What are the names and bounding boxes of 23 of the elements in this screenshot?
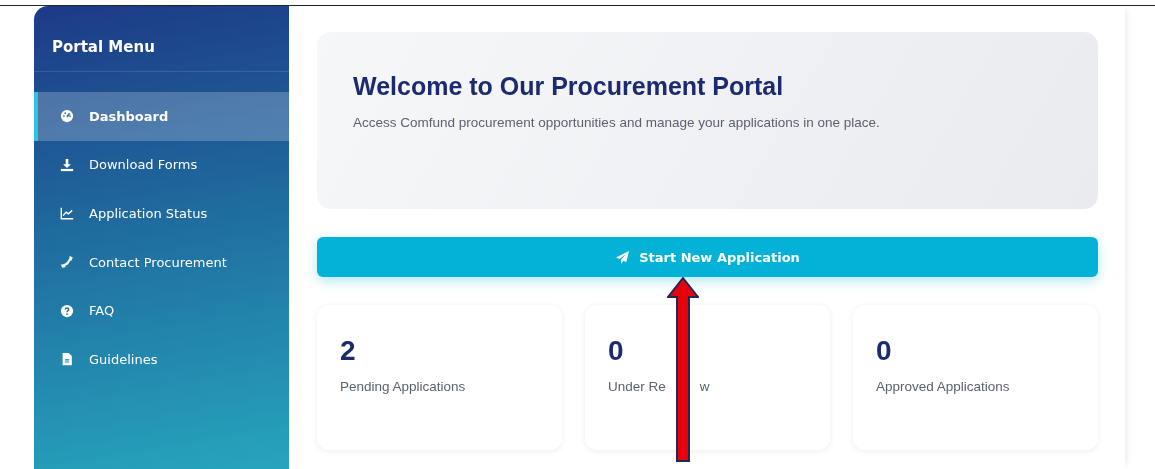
gauge-icon	[60, 109, 74, 124]
stat-value: 0	[608, 335, 625, 367]
sidebar-item[interactable]: Contact Procurement	[34, 237, 289, 287]
sidebar-item[interactable]: FAQ	[34, 286, 289, 335]
download-icon	[60, 157, 74, 172]
welcome-text: Access Comfund procurement opportunities and manage your applications in one place.	[353, 115, 881, 130]
sidebar-title: Portal Menu	[52, 38, 155, 56]
welcome-heading: Welcome to Our Procurement Portal	[353, 72, 785, 101]
stat-label: w	[699, 379, 710, 394]
sidebar-item[interactable]: Dashboard	[34, 92, 289, 141]
sidebar-item[interactable]: Download Forms	[34, 140, 289, 190]
document-icon	[60, 352, 74, 367]
stat-label: Approved Applications	[876, 379, 1010, 394]
stat-value: 0	[876, 335, 893, 367]
paper-plane-icon	[615, 249, 631, 265]
sidebar-item[interactable]: Guidelines	[34, 334, 289, 384]
stat-value: 2	[340, 335, 357, 367]
line-chart-icon	[60, 206, 74, 221]
stat-label: Pending Applications	[340, 379, 466, 394]
start-application-button[interactable]: Start New Application	[317, 237, 1098, 277]
stat-label: Under Re	[608, 379, 666, 394]
help-icon	[60, 303, 74, 318]
sidebar-item[interactable]: Application Status	[34, 189, 289, 238]
